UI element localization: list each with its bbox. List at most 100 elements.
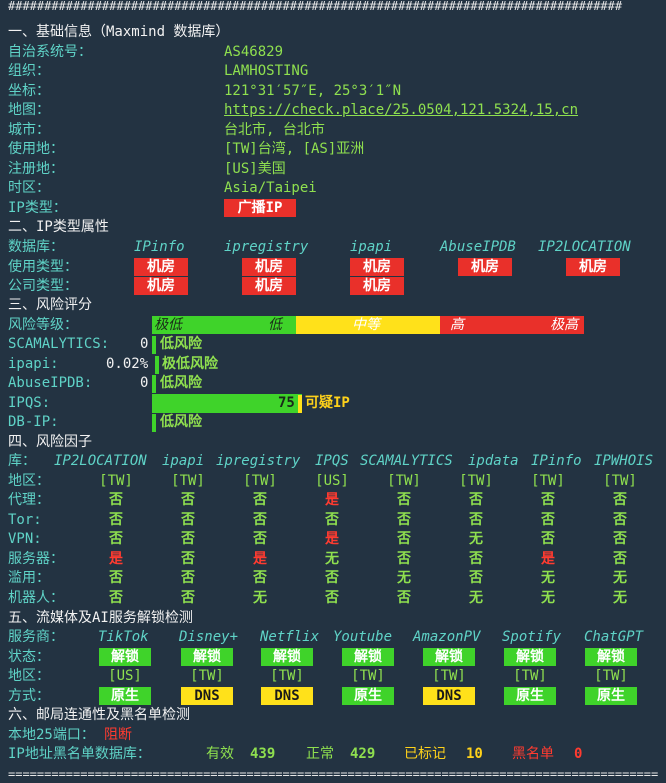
info-key: 使用地： — [8, 141, 64, 157]
usage-type-badge: 机房 — [350, 258, 404, 276]
library-name: IPWHOIS — [594, 453, 654, 469]
risk-factor-cell: 否 — [109, 590, 123, 606]
db-name: ipregistry — [224, 239, 309, 255]
risk-factor-cell: 否 — [613, 551, 627, 567]
method-key: 方式： — [8, 688, 50, 704]
unlock-method-badge: 原生 — [342, 687, 394, 705]
marked-value: 10 — [466, 746, 483, 762]
map-link[interactable]: https://check.place/25.0504,121.5324,15,… — [224, 101, 578, 120]
info-key: 城市： — [8, 122, 50, 138]
risk-factor-cell: [TW] — [603, 473, 637, 489]
risk-factor-cell: 否 — [181, 492, 195, 508]
risk-factor-cell: 否 — [325, 570, 339, 586]
risk-factor-cell: 无 — [253, 590, 267, 606]
unlock-method-badge: 原生 — [585, 687, 637, 705]
risk-factor-cell: [TW] — [243, 473, 277, 489]
info-key: 坐标： — [8, 83, 50, 99]
company-key: 公司类型： — [8, 278, 78, 294]
ipqs-key: IPQS: — [8, 395, 51, 411]
service-name: Spotify — [502, 629, 562, 645]
risk-factor-key: 代理： — [8, 492, 50, 508]
usage-key: 使用类型： — [8, 259, 78, 275]
usage-type-badge: 机房 — [134, 258, 188, 276]
risk-factor-cell: 否 — [181, 512, 195, 528]
risk-factor-cell: 否 — [613, 512, 627, 528]
risk-factor-key: VPN: — [8, 531, 42, 547]
unlock-status-badge: 解锁 — [261, 648, 313, 666]
library-name: SCAMALYTICS — [360, 453, 453, 469]
risk-factor-key: 滥用： — [8, 570, 50, 586]
service-region: [US] — [108, 668, 142, 684]
ipapi-bar — [155, 356, 159, 374]
abuseipdb-label: 低风险 — [160, 375, 202, 391]
db-name: AbuseIPDB — [440, 239, 516, 255]
terminal-window: ########################################… — [0, 0, 666, 783]
risk-level-very-low: 极低 — [154, 317, 182, 333]
port25-value: 阻断 — [104, 727, 132, 743]
dbip-key: DB-IP: — [8, 414, 59, 430]
risk-factor-cell: 否 — [397, 590, 411, 606]
risk-factor-cell: 是 — [541, 551, 555, 567]
info-value: 121°31′57″E, 25°3′1″N — [224, 83, 402, 99]
ipapi-label: 极低风险 — [162, 356, 218, 372]
info-value: LAMHOSTING — [224, 63, 309, 79]
service-key: 服务商： — [8, 629, 64, 645]
risk-factor-cell: 否 — [541, 512, 555, 528]
risk-factor-cell: 否 — [109, 492, 123, 508]
risk-level-very-high: 极高 — [550, 317, 578, 333]
marked-label: 已标记 — [404, 746, 446, 762]
ip-type-key: IP类型： — [8, 200, 67, 216]
info-value: AS46829 — [224, 44, 284, 60]
db-name: IPinfo — [134, 239, 185, 255]
info-key: 注册地： — [8, 161, 64, 177]
info-value: 台北市, 台北市 — [224, 122, 325, 138]
risk-factor-cell: [TW] — [531, 473, 565, 489]
risk-level-key: 风险等级： — [8, 317, 78, 333]
db-name: IP2LOCATION — [538, 239, 631, 255]
risk-factor-cell: 否 — [253, 492, 267, 508]
ipqs-score: 75 — [278, 395, 295, 411]
unlock-status-badge: 解锁 — [585, 648, 637, 666]
ipqs-marker — [298, 395, 302, 413]
risk-factor-cell: 否 — [397, 512, 411, 528]
section5-title: 五、流媒体及AI服务解锁检测 — [8, 610, 193, 626]
risk-factor-cell: 是 — [325, 531, 339, 547]
unlock-status-badge: 解锁 — [181, 648, 233, 666]
info-key: 时区： — [8, 180, 50, 196]
ipapi-key: ipapi: — [8, 356, 59, 372]
risk-factor-cell: 否 — [397, 492, 411, 508]
valid-value: 439 — [250, 746, 276, 762]
ipapi-score: 0.02% — [106, 356, 149, 372]
risk-factor-cell: 否 — [253, 531, 267, 547]
service-region: [TW] — [190, 668, 224, 684]
risk-factor-cell: 无 — [541, 570, 555, 586]
info-key: 组织： — [8, 63, 50, 79]
risk-factor-key: 机器人： — [8, 590, 64, 606]
dbip-bar — [152, 414, 156, 432]
risk-factor-cell: 无 — [541, 590, 555, 606]
risk-factor-cell: 否 — [541, 492, 555, 508]
usage-type-badge: 机房 — [242, 258, 296, 276]
risk-factor-cell: 否 — [253, 570, 267, 586]
risk-factor-cell: [TW] — [171, 473, 205, 489]
info-value: [TW]台湾, [AS]亚洲 — [224, 141, 365, 157]
library-name: ipdata — [468, 453, 519, 469]
usage-type-badge: 机房 — [458, 258, 512, 276]
risk-factor-cell: 无 — [469, 590, 483, 606]
risk-level-low: 低 — [268, 317, 282, 333]
region-key: 地区： — [8, 668, 50, 684]
risk-factor-cell: [TW] — [99, 473, 133, 489]
status-key: 状态： — [8, 649, 50, 665]
risk-factor-cell: 否 — [181, 551, 195, 567]
unlock-status-badge: 解锁 — [342, 648, 394, 666]
risk-factor-cell: 否 — [181, 590, 195, 606]
abuseipdb-score: 0 — [140, 375, 149, 391]
section1-title: 一、基础信息（Maxmind 数据库） — [8, 24, 230, 40]
service-name: TikTok — [98, 629, 149, 645]
risk-factor-cell: 无 — [469, 531, 483, 547]
risk-factor-cell: [TW] — [459, 473, 493, 489]
usage-type-badge: 机房 — [566, 258, 620, 276]
risk-factor-cell: 否 — [541, 531, 555, 547]
service-name: Disney+ — [179, 629, 239, 645]
unlock-status-badge: 解锁 — [504, 648, 556, 666]
